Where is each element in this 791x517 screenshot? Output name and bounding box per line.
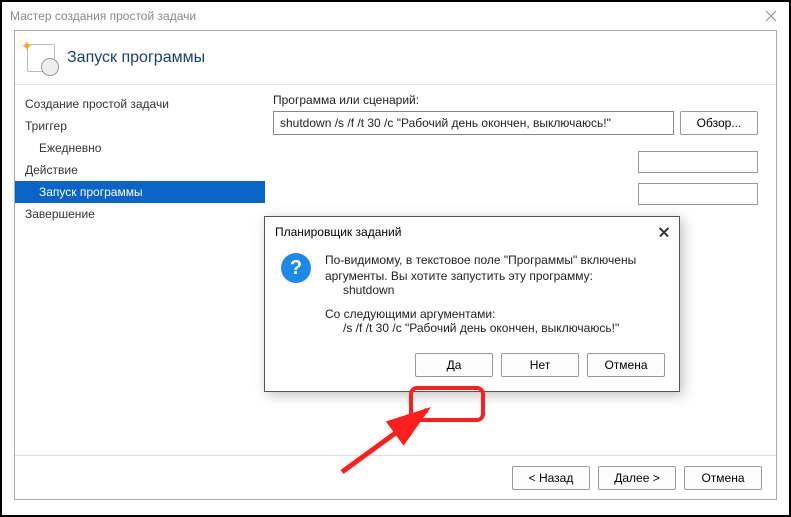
- dialog-message: По-видимому, в текстовое поле "Программы…: [325, 253, 636, 335]
- dialog-close-icon[interactable]: [657, 225, 671, 239]
- dialog-cancel-button[interactable]: Отмена: [587, 353, 665, 377]
- dialog-title: Планировщик заданий: [275, 225, 401, 239]
- sidebar-item-trigger[interactable]: Триггер: [15, 115, 265, 137]
- browse-button[interactable]: Обзор...: [680, 111, 758, 135]
- startdir-browse-placeholder: [638, 183, 758, 205]
- sidebar-item-start-program[interactable]: Запуск программы: [15, 181, 265, 203]
- wizard-banner: ✦ Запуск программы: [15, 31, 776, 85]
- arguments-browse-placeholder: [638, 151, 758, 173]
- dialog-titlebar: Планировщик заданий: [265, 217, 679, 247]
- no-button[interactable]: Нет: [501, 353, 579, 377]
- cancel-button[interactable]: Отмена: [684, 466, 762, 490]
- program-input[interactable]: [273, 111, 674, 135]
- wizard-sidebar: Создание простой задачи Триггер Ежедневн…: [15, 85, 265, 455]
- wizard-footer: < Назад Далее > Отмена: [15, 455, 776, 499]
- yes-button[interactable]: Да: [415, 353, 493, 377]
- wizard-icon: ✦: [25, 42, 57, 74]
- question-icon: ?: [281, 253, 311, 283]
- sidebar-item-action[interactable]: Действие: [15, 159, 265, 181]
- page-title: Запуск программы: [67, 49, 205, 67]
- sidebar-item-finish[interactable]: Завершение: [15, 203, 265, 225]
- sidebar-item-create-task[interactable]: Создание простой задачи: [15, 93, 265, 115]
- back-button[interactable]: < Назад: [512, 466, 590, 490]
- sidebar-item-daily[interactable]: Ежедневно: [15, 137, 265, 159]
- confirm-dialog: Планировщик заданий ? По-видимому, в тек…: [264, 216, 680, 392]
- window-titlebar: Мастер создания простой задачи: [2, 2, 789, 30]
- next-button[interactable]: Далее >: [598, 466, 676, 490]
- program-label: Программа или сценарий:: [273, 93, 758, 107]
- window-title: Мастер создания простой задачи: [10, 9, 196, 23]
- window-close-icon[interactable]: [763, 8, 779, 24]
